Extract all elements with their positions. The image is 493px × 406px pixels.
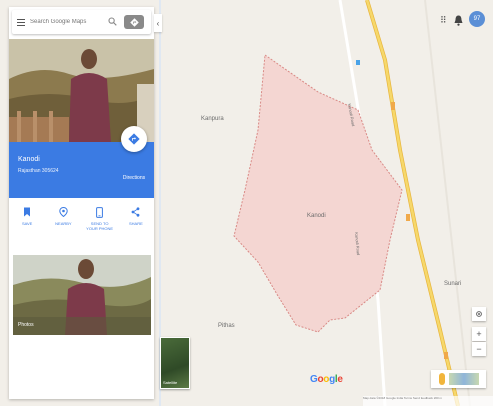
search-icon[interactable] — [108, 17, 117, 26]
share-icon — [130, 206, 142, 218]
village-label-center: Kanodi — [307, 213, 326, 219]
apps-grid-icon[interactable]: ⠿ — [440, 15, 447, 26]
google-logo: Google — [310, 374, 343, 385]
place-panel: Kanodi Rajasthan 305624 Directions SAVE … — [9, 7, 154, 399]
nearby-icon — [57, 206, 69, 218]
send-to-phone-button[interactable]: SEND TO YOUR PHONE — [86, 206, 114, 248]
route-marker — [391, 102, 395, 110]
notifications-icon[interactable] — [454, 13, 463, 26]
my-location-button[interactable] — [472, 307, 486, 321]
poi-marker — [356, 60, 360, 65]
share-button[interactable]: SHARE — [122, 206, 150, 248]
directions-fab[interactable] — [121, 126, 147, 152]
village-label-east: Sunari — [444, 281, 462, 287]
save-button[interactable]: SAVE — [13, 206, 41, 248]
directions-button[interactable] — [124, 15, 144, 29]
directions-fab-icon — [128, 133, 140, 145]
nearby-button[interactable]: NEARBY — [49, 206, 77, 248]
village-label-southwest: Pithas — [218, 323, 235, 329]
zoom-in-button[interactable]: + — [472, 327, 486, 341]
save-label: SAVE — [21, 221, 33, 226]
send-to-phone-label: SEND TO YOUR PHONE — [86, 221, 114, 231]
collapse-panel-button[interactable]: ‹ — [154, 14, 162, 32]
directions-label[interactable]: Directions — [121, 175, 147, 181]
map-app: Kanpura Kanodi Pithas Sunari Kanodi Road… — [0, 0, 493, 406]
photo-caption: Photos — [18, 322, 34, 328]
phone-icon — [94, 206, 106, 218]
place-photo[interactable]: Photos — [13, 255, 151, 335]
location-icon — [476, 311, 482, 317]
village-label-northwest: Kanpura — [201, 116, 224, 122]
search-bar — [12, 10, 151, 34]
minor-road-east — [424, 0, 471, 406]
place-actions: SAVE NEARBY SEND TO YOUR PHONE SHARE — [9, 198, 154, 248]
place-title: Kanodi — [18, 156, 40, 163]
village-boundary[interactable] — [233, 54, 403, 333]
pegman-icon[interactable] — [438, 373, 445, 385]
share-label: SHARE — [128, 221, 143, 226]
route-marker — [444, 352, 448, 359]
place-header: Kanodi Rajasthan 305624 Directions — [9, 126, 154, 198]
place-subtitle: Rajasthan 305624 — [18, 168, 59, 174]
layer-label: Satellite — [163, 380, 178, 385]
layer-toggle[interactable]: Satellite — [160, 337, 190, 389]
street-view-bar[interactable] — [431, 370, 486, 388]
map-attribution[interactable]: Map data ©2018 Google India Terms Send f… — [363, 396, 493, 406]
avatar[interactable]: 97 — [469, 11, 485, 27]
nearby-label: NEARBY — [55, 221, 72, 226]
menu-icon[interactable] — [17, 17, 25, 27]
imagery-thumbnails[interactable] — [448, 373, 479, 385]
route-marker — [406, 214, 410, 221]
bookmark-icon — [21, 206, 33, 218]
search-input[interactable] — [30, 16, 102, 28]
zoom-out-button[interactable]: − — [472, 342, 486, 356]
directions-icon — [129, 17, 139, 27]
